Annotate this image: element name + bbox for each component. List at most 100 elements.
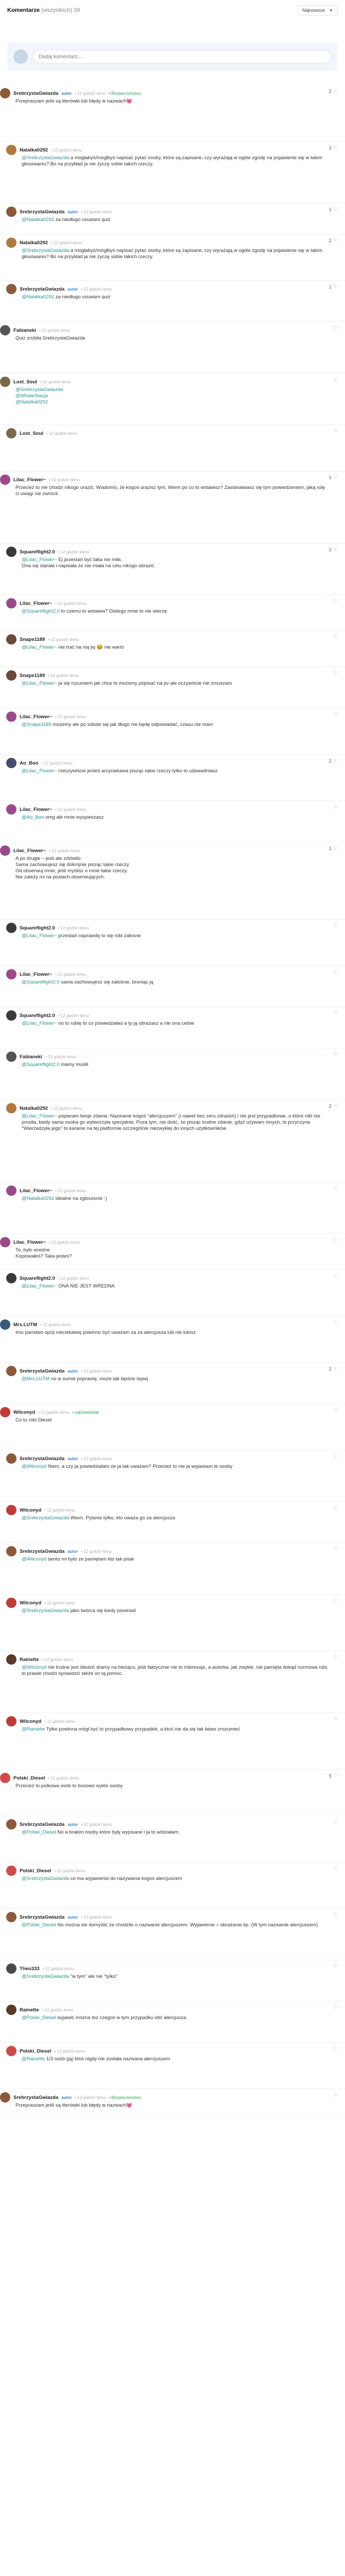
avatar[interactable] [6,1546,17,1556]
avatar[interactable] [6,1366,17,1376]
avatar[interactable] [6,923,17,933]
avatar[interactable] [0,1319,10,1330]
avatar[interactable] [6,2046,17,2056]
like-button[interactable]: ♡ [334,1453,338,1459]
avatar[interactable] [6,1598,17,1608]
like-button[interactable]: ♡ [334,2046,338,2052]
comment-input[interactable] [33,50,331,63]
author-name[interactable]: SrebrzystaGwiazda [20,209,64,215]
like-button[interactable]: ♡ [334,1963,338,1969]
avatar[interactable] [6,1010,17,1021]
avatar[interactable] [6,634,17,645]
avatar[interactable] [6,1273,17,1283]
avatar[interactable] [6,1505,17,1515]
author-name[interactable]: SrebrzystaGwiazda [20,1914,64,1920]
like-button[interactable]: ♡ [334,1185,338,1191]
avatar[interactable] [6,711,17,722]
author-name[interactable]: Squareflight2.0 [20,925,55,931]
avatar[interactable] [6,1866,17,1876]
avatar[interactable] [6,758,17,768]
author-name[interactable]: Squareflight2.0 [20,549,55,555]
author-name[interactable]: Polski_Diesel [13,1775,45,1781]
author-name[interactable]: Wilconyd [20,1600,41,1606]
avatar[interactable] [0,1773,10,1783]
like-button[interactable]: 2 ♡ [329,1366,338,1371]
like-button[interactable]: ♡ [334,1407,338,1413]
like-button[interactable]: ♡ [334,923,338,928]
like-button[interactable]: ♡ [334,634,338,640]
like-button[interactable]: ♡ [334,1654,338,1660]
like-button[interactable]: ♡ [334,1319,338,1325]
like-button[interactable]: 2 ♡ [329,758,338,764]
like-button[interactable]: 2 ♡ [329,88,338,94]
avatar[interactable] [6,428,17,438]
avatar[interactable] [6,1103,17,1113]
author-name[interactable]: Natalka0292 [20,240,48,246]
author-name[interactable]: Lilac_Flower~ [20,601,52,606]
author-name[interactable]: Wilconyd [13,1410,35,1415]
avatar[interactable] [6,1052,17,1062]
avatar[interactable] [0,1237,10,1247]
like-button[interactable]: 1 ♡ [329,207,338,212]
author-name[interactable]: Lilac_Flower~ [20,807,52,812]
avatar[interactable] [6,1185,17,1196]
like-button[interactable]: ♡ [334,804,338,810]
avatar[interactable] [6,547,17,557]
author-name[interactable]: SrebrzystaGwiazda [13,91,58,96]
author-name[interactable]: Polski_Diesel [20,1868,51,1874]
author-name[interactable]: Rainette [20,1657,39,1663]
like-button[interactable]: 1 ♡ [329,474,338,480]
like-button[interactable]: ♡ [334,2092,338,2098]
avatar[interactable] [0,845,10,856]
like-button[interactable]: ♡ [334,969,338,975]
author-name[interactable]: Polski_Diesel [20,2048,51,2054]
like-button[interactable]: ♡ [334,1819,338,1825]
like-button[interactable]: ♡ [334,1273,338,1279]
author-name[interactable]: Lilac_Flower~ [13,477,46,483]
like-button[interactable]: ♡ [334,1052,338,1057]
like-button[interactable]: ♡ [334,1505,338,1511]
like-button[interactable]: ♡ [334,1912,338,1918]
author-name[interactable]: SrebrzystaGwiazda [20,1549,64,1554]
author-name[interactable]: SrebrzystaGwiazda [20,1456,64,1462]
like-button[interactable]: 2 ♡ [329,547,338,552]
avatar[interactable] [0,88,10,98]
avatar[interactable] [6,1654,17,1665]
avatar[interactable] [6,1963,17,1974]
like-button[interactable]: ♡ [334,1716,338,1722]
author-name[interactable]: Lilac_Flower~ [20,972,52,977]
avatar[interactable] [6,238,17,248]
author-name[interactable]: Lilac_Flower~ [20,1188,52,1194]
author-name[interactable]: SrebrzystaGwiazda [20,1368,64,1374]
like-button[interactable]: ♡ [334,1010,338,1016]
like-button[interactable]: 2 ♡ [329,238,338,243]
author-name[interactable]: Lilac_Flower~ [20,714,52,720]
author-name[interactable]: Rainette [20,2007,39,2013]
avatar[interactable] [6,284,17,294]
avatar[interactable] [6,969,17,979]
author-name[interactable]: Natalka0292 [20,147,48,153]
avatar[interactable] [6,1716,17,1726]
avatar[interactable] [6,804,17,815]
avatar[interactable] [0,1407,10,1417]
avatar[interactable] [0,325,10,335]
like-button[interactable]: ♡ [334,2005,338,2010]
like-button[interactable]: 1 ♡ [329,284,338,290]
author-name[interactable]: Wilconyd [20,1507,41,1513]
author-name[interactable]: Squareflight2.0 [20,1013,55,1019]
like-button[interactable]: ♡ [334,598,338,604]
like-button[interactable]: 5 ♡ [329,1773,338,1778]
author-name[interactable]: Snape1189 [20,637,45,642]
like-button[interactable]: ♡ [334,1598,338,1603]
author-name[interactable]: Lilac_Flower~ [13,1240,46,1245]
author-name[interactable]: Lilac_Flower~ [13,848,46,854]
author-name[interactable]: Theo333 [20,1966,40,1972]
like-button[interactable]: ♡ [334,1866,338,1871]
like-button[interactable]: ♡ [334,325,338,331]
avatar[interactable] [6,145,17,155]
avatar[interactable] [6,598,17,608]
avatar[interactable] [6,207,17,217]
avatar[interactable] [6,1912,17,1922]
author-name[interactable]: Lost_Soul [20,431,43,436]
avatar[interactable] [0,377,10,387]
